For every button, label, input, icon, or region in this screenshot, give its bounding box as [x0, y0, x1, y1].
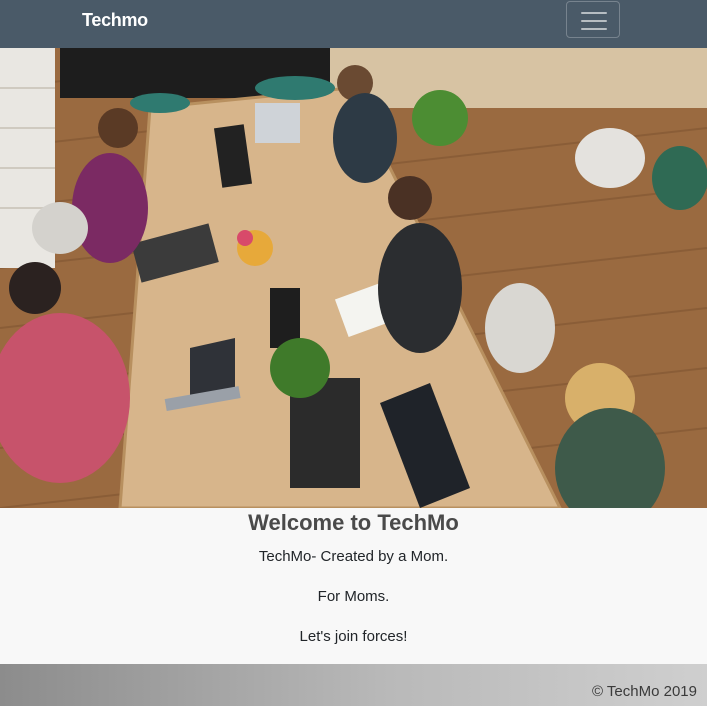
navbar-toggler-button[interactable] [566, 1, 620, 38]
brand-link[interactable]: Techmo [82, 10, 148, 31]
welcome-line-3: Let's join forces! [299, 628, 408, 645]
navbar: Techmo [0, 0, 707, 48]
welcome-line-2: For Moms. [317, 588, 390, 605]
welcome-line-1: TechMo- Created by a Mom. [258, 548, 449, 565]
hero-photo-illustration [0, 48, 707, 508]
hero-image [0, 48, 707, 508]
footer-copyright: © TechMo 2019 [591, 683, 697, 700]
welcome-title: Welcome to TechMo [248, 510, 459, 535]
welcome-section: Welcome to TechMo TechMo- Created by a M… [0, 510, 707, 646]
hamburger-menu-icon [581, 12, 607, 14]
footer: © TechMo 2019 [0, 664, 707, 706]
